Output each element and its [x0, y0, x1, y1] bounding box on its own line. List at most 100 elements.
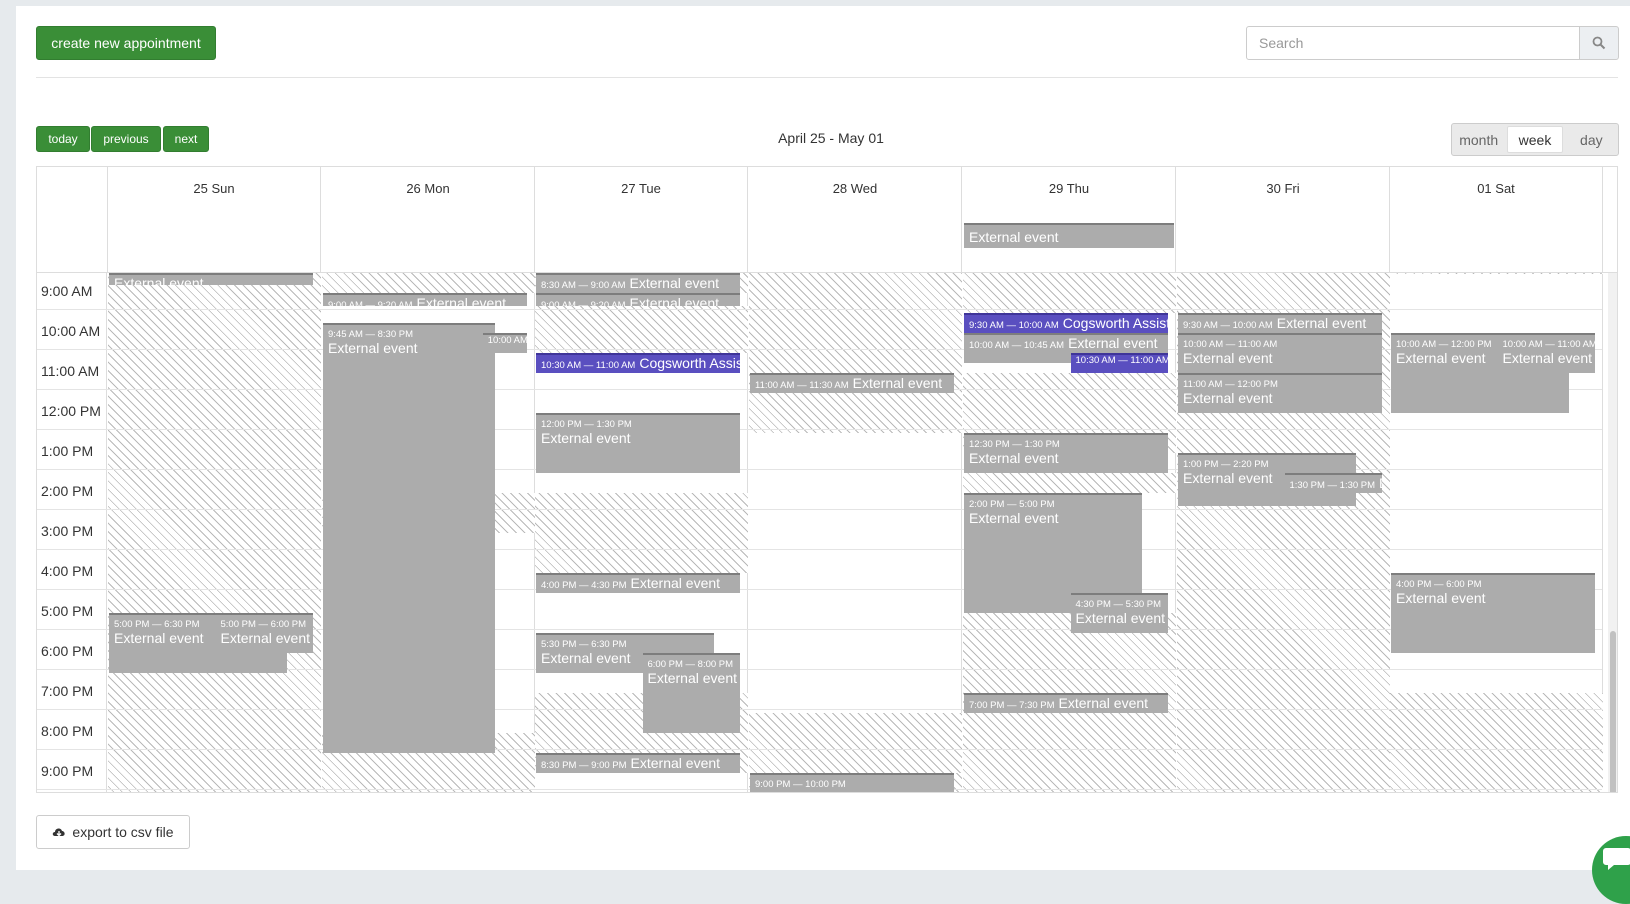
hour-label: 8:00 PM: [41, 723, 94, 739]
calendar-event[interactable]: 10:00 AM — 10:30 AM: [482, 333, 527, 353]
calendar-scrollbar[interactable]: [1608, 273, 1617, 792]
day-header: 28 Wed: [749, 167, 962, 272]
create-appointment-button[interactable]: create new appointment: [36, 26, 216, 60]
calendar-event[interactable]: 4:00 PM — 4:30 PM External event: [536, 573, 740, 593]
event-title: External event: [1075, 610, 1166, 626]
calendar-event[interactable]: 10:30 AM — 11:00 AM: [1070, 353, 1168, 373]
date-range-title: April 25 - May 01: [778, 130, 884, 146]
calendar-event[interactable]: 1:30 PM — 1:30 PMExternal event: [1284, 473, 1382, 493]
calendar-event[interactable]: 10:00 AM — 11:00 AM External event: [1497, 333, 1596, 373]
unavailable-block: [963, 473, 1176, 493]
event-time: 10:00 AM — 11:00 AM: [1502, 339, 1596, 350]
day-header: 01 Sat: [1390, 167, 1603, 272]
day-header: 25 Sun: [108, 167, 321, 272]
search-button[interactable]: [1579, 26, 1619, 60]
next-button[interactable]: next: [163, 126, 209, 152]
event-title: External event: [630, 755, 721, 771]
event-title: External event: [969, 510, 1059, 526]
calendar-event[interactable]: 5:00 PM — 6:00 PM External event: [215, 613, 313, 653]
unavailable-block: [1390, 693, 1603, 792]
event-time: 7:00 PM — 7:30 PM: [969, 700, 1055, 711]
event-title: External event: [1068, 335, 1158, 351]
event-time: 5:30 PM — 6:30 PM: [541, 639, 627, 650]
calendar-event[interactable]: 8:30 PM — 9:00 PM External event: [536, 753, 740, 773]
hour-label: 10:00 AM: [41, 323, 101, 339]
calendar-event[interactable]: 6:00 PM — 8:00 PM External event: [642, 653, 740, 733]
calendar-event[interactable]: 9:45 AM — 8:30 PM External event: [323, 323, 495, 753]
calendar-event[interactable]: 9:00 AM — 9:20 AM External event: [323, 293, 527, 307]
export-label: export to csv file: [72, 824, 174, 840]
event-title: External event: [852, 375, 943, 391]
unavailable-block: [749, 713, 962, 773]
cloud-download-icon: [53, 828, 66, 837]
week-calendar: 9:00 AM 10:00 AM 11:00 AM 12:00 PM 1:00 PM 2:…: [36, 166, 1618, 793]
unavailable-block: [963, 273, 1176, 313]
event-time: 10:00 AM — 10:45 AM: [969, 340, 1065, 351]
hour-line: [37, 589, 1602, 590]
search-input[interactable]: Search: [1246, 26, 1580, 60]
calendar-event[interactable]: 10:30 AM — 11:00 AMCogsworth Assistant: [536, 353, 740, 373]
export-csv-button[interactable]: export to csv file: [36, 815, 190, 849]
calendar-event[interactable]: 12:30 PM — 1:30 PM External event: [964, 433, 1168, 473]
calendar-event[interactable]: 4:30 PM — 5:30 PM External event: [1070, 593, 1168, 633]
event-time: 4:00 PM — 6:00 PM: [1396, 579, 1482, 590]
event-time: 1:30 PM — 1:30 PM: [1289, 480, 1376, 491]
all-day-event[interactable]: External event: [964, 223, 1174, 248]
day-header: 27 Tue: [535, 167, 748, 272]
hour-label: 3:00 PM: [41, 523, 94, 539]
hour-label: 7:00 PM: [41, 683, 94, 699]
event-time: 11:00 AM — 12:00 PM: [1183, 379, 1278, 390]
calendar-event[interactable]: 7:00 PM — 7:30 PM External event: [964, 693, 1168, 713]
event-time: 6:00 PM — 8:00 PM: [647, 659, 734, 670]
event-time: 10:30 AM — 11:00 AM: [541, 360, 636, 371]
view-month-button[interactable]: month: [1452, 124, 1505, 155]
event-time: 10:00 AM — 10:30 AM: [487, 335, 527, 346]
calendar-event[interactable]: 12:00 PM — 1:30 PM External event: [536, 413, 740, 473]
unavailable-block: [535, 306, 748, 353]
view-switcher: month week day: [1451, 123, 1619, 156]
hour-line: [37, 309, 1602, 310]
hour-line: [37, 749, 1602, 750]
hour-label: 12:00 PM: [41, 403, 101, 419]
unavailable-block: [108, 273, 321, 792]
calendar-event[interactable]: 10:00 AM — 11:00 AM External event: [1178, 333, 1382, 373]
previous-button[interactable]: previous: [91, 126, 161, 152]
day-header-label: 25 Sun: [193, 181, 235, 196]
view-week-button[interactable]: week: [1507, 126, 1563, 153]
hour-label: 2:00 PM: [41, 483, 94, 499]
unavailable-block: [535, 493, 748, 573]
calendar-event[interactable]: External event: [109, 273, 313, 285]
event-time: 10:00 AM — 11:00 AM: [1183, 339, 1278, 350]
event-title: Cogsworth Assistant: [639, 355, 740, 371]
event-time: 9:30 AM — 10:00 AM: [1183, 320, 1273, 331]
event-time: 9:00 AM — 9:20 AM: [541, 300, 626, 307]
event-title: External event: [1183, 390, 1273, 406]
event-title: External event: [1396, 590, 1486, 606]
event-time: 12:00 PM — 1:30 PM: [541, 419, 632, 430]
event-title: External event: [114, 275, 204, 285]
hour-line: [37, 429, 1602, 430]
event-time: 4:00 PM — 4:30 PM: [541, 580, 627, 591]
hour-label: 4:00 PM: [41, 563, 94, 579]
view-day-button[interactable]: day: [1565, 124, 1618, 155]
today-button[interactable]: today: [36, 126, 90, 152]
calendar-event[interactable]: 8:30 AM — 9:00 AM External event: [536, 273, 740, 293]
event-time: 9:45 AM — 8:30 PM: [328, 329, 414, 340]
event-time: 9:00 PM — 10:00 PM: [755, 779, 846, 790]
hour-line: [37, 469, 1602, 470]
day-header-label: 30 Fri: [1266, 181, 1300, 196]
calendar-event[interactable]: 9:00 AM — 9:20 AM External event: [536, 293, 740, 307]
calendar-event[interactable]: 4:00 PM — 6:00 PM External event: [1391, 573, 1595, 653]
unavailable-block: [1390, 273, 1603, 274]
calendar-event[interactable]: 11:00 AM — 12:00 PM External event: [1178, 373, 1382, 413]
event-title: External event: [220, 630, 311, 646]
calendar-event[interactable]: 9:00 PM — 10:00 PMExternal event: [750, 773, 954, 792]
calendar-event[interactable]: 9:30 AM — 10:00 AM External event: [1178, 313, 1382, 333]
event-title: External event: [629, 295, 720, 307]
event-title: External event: [1276, 315, 1367, 331]
scrollbar-thumb[interactable]: [1610, 631, 1616, 792]
calendar-event[interactable]: 11:00 AM — 11:30 AM External event: [750, 373, 954, 393]
calendar-event[interactable]: 9:30 AM — 10:00 AMCogsworth Assistant: [964, 313, 1168, 333]
event-title: Cogsworth Assistant: [1062, 315, 1168, 331]
event-time: 12:30 PM — 1:30 PM: [969, 439, 1060, 450]
